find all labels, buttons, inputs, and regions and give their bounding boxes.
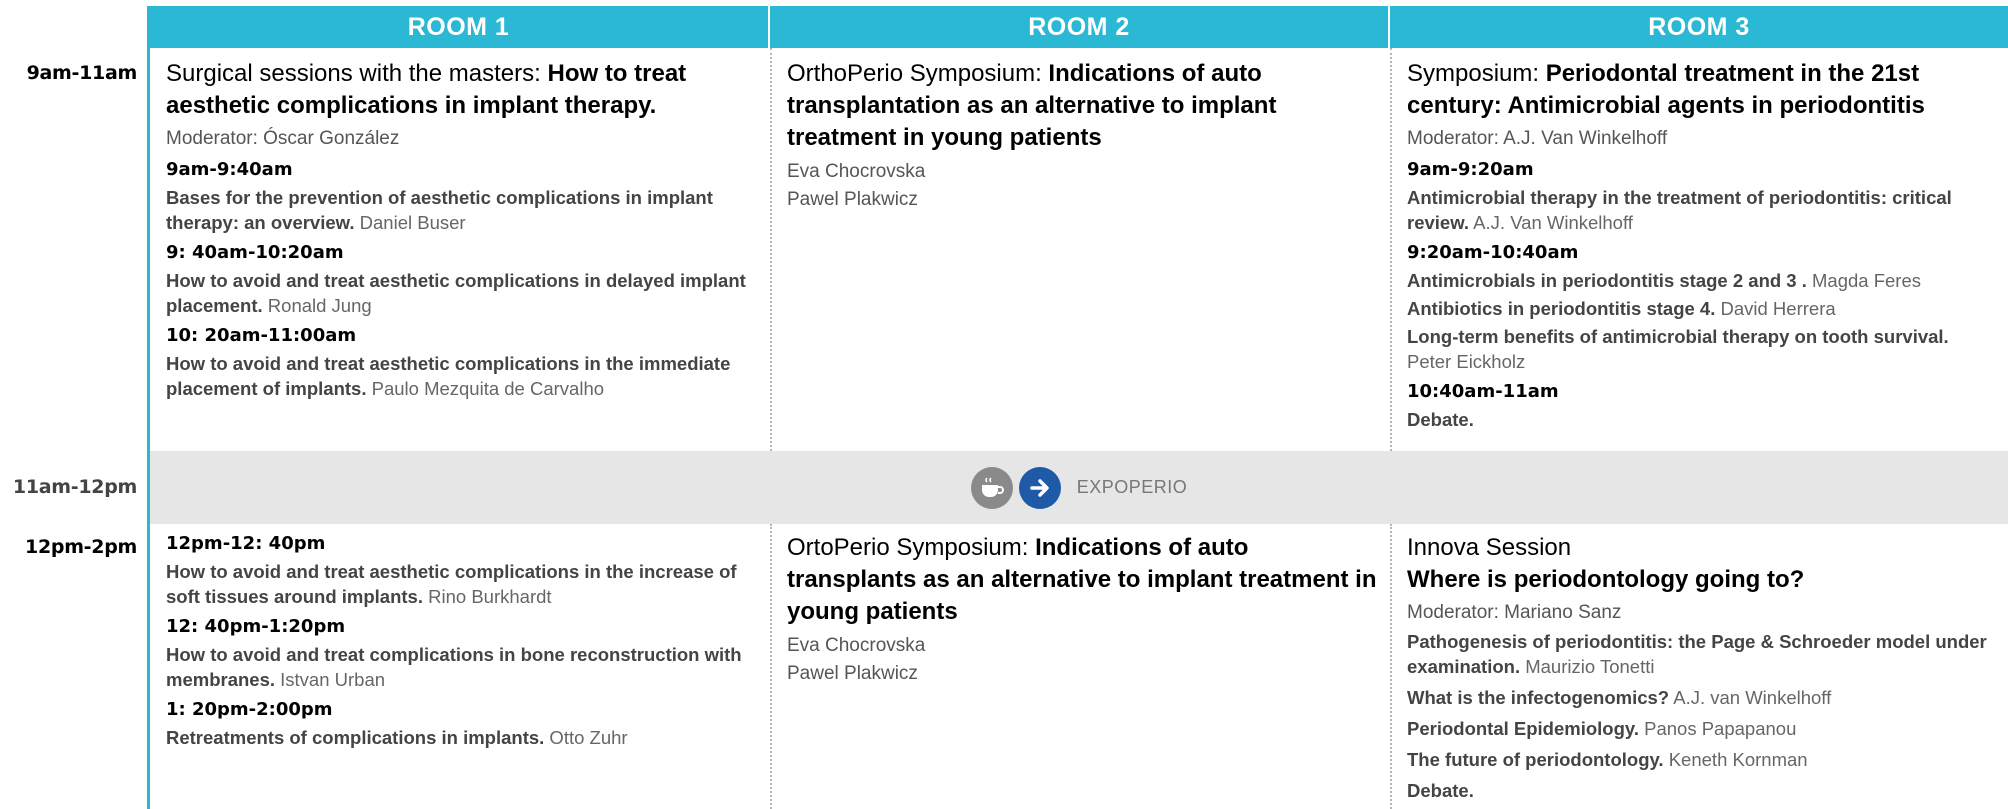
session-title: OrtoPerio Symposium: Indications of auto… — [787, 534, 1377, 625]
talk: Antimicrobials in periodontitis stage 2 … — [1407, 270, 1922, 291]
talk-time: 9am-9:20am — [1407, 159, 1534, 180]
coffee-break-band: EXPOPERIO — [150, 451, 2008, 524]
talk: How to avoid and treat aesthetic complic… — [166, 270, 746, 316]
talk-time: 10:40am-11am — [1407, 381, 1559, 402]
talk: Retreatments of complications in implant… — [166, 727, 628, 748]
session-room1-afternoon: 12pm-12: 40pm How to avoid and treat aes… — [150, 532, 770, 750]
session-room3-morning: Symposium: Periodontal treatment in the … — [1391, 58, 2008, 432]
arrow-right-icon — [1018, 466, 1061, 509]
speaker-name: Pawel Plakwicz — [787, 663, 918, 684]
time-break: 11am-12pm — [12, 476, 137, 498]
talk: Periodontal Epidemiology. Panos Papapano… — [1407, 718, 1797, 739]
break-label: EXPOPERIO — [1076, 477, 1188, 497]
talk: How to avoid and treat complications in … — [166, 644, 742, 690]
room-3-header: ROOM 3 — [1390, 6, 2008, 48]
talk: The future of periodontology. Keneth Kor… — [1407, 749, 1808, 770]
speaker-name: Eva Chocrovska — [787, 635, 926, 656]
debate: Debate. — [1407, 409, 1474, 430]
talk: How to avoid and treat aesthetic complic… — [166, 353, 731, 399]
talk: Bases for the prevention of aesthetic co… — [166, 187, 713, 233]
time-slot-2: 12pm-2pm — [25, 536, 137, 558]
room-header-row: ROOM 1 ROOM 2 ROOM 3 — [149, 6, 2008, 48]
debate: Debate. — [1407, 780, 1474, 801]
talk-time: 9: 40am-10:20am — [166, 242, 344, 263]
talk-time: 9:20am-10:40am — [1407, 242, 1579, 263]
room-1-header: ROOM 1 — [149, 6, 770, 48]
session-title: Symposium: Periodontal treatment in the … — [1407, 60, 1925, 119]
session-title: Innova Session — [1407, 534, 1572, 561]
session-room2-morning: OrthoPerio Symposium: Indications of aut… — [771, 58, 1390, 214]
room-2-header: ROOM 2 — [770, 6, 1390, 48]
session-title: Surgical sessions with the masters: How … — [166, 60, 687, 119]
session-room3-afternoon: Innova Session Where is periodontology g… — [1391, 532, 2008, 803]
talk-time: 12pm-12: 40pm — [166, 533, 326, 554]
talk: What is the infectogenomics? A.J. van Wi… — [1407, 687, 1832, 708]
moderator: Moderator: Mariano Sanz — [1407, 602, 1622, 623]
talk-time: 1: 20pm-2:00pm — [166, 699, 333, 720]
moderator: Moderator: Óscar González — [166, 128, 400, 149]
talk-time: 12: 40pm-1:20pm — [166, 616, 346, 637]
speaker-name: Pawel Plakwicz — [787, 189, 918, 210]
talk: Antibiotics in periodontitis stage 4. Da… — [1407, 298, 1836, 319]
talk-time: 10: 20am-11:00am — [166, 325, 357, 346]
talk: Long-term benefits of antimicrobial ther… — [1407, 326, 1949, 372]
moderator: Moderator: A.J. Van Winkelhoff — [1407, 128, 1668, 149]
speaker-name: Eva Chocrovska — [787, 161, 926, 182]
session-room1-morning: Surgical sessions with the masters: How … — [150, 58, 770, 401]
session-title: OrthoPerio Symposium: Indications of aut… — [787, 60, 1277, 151]
talk: Antimicrobial therapy in the treatment o… — [1407, 187, 1952, 233]
session-room2-afternoon: OrtoPerio Symposium: Indications of auto… — [771, 532, 1390, 688]
talk-time: 9am-9:40am — [166, 159, 293, 180]
talk: How to avoid and treat aesthetic complic… — [166, 561, 737, 607]
time-slot-1: 9am-11am — [26, 62, 138, 84]
talk: Pathogenesis of periodontitis: the Page … — [1407, 631, 1987, 677]
session-subtitle: Where is periodontology going to? — [1407, 566, 1805, 593]
coffee-cup-icon — [970, 466, 1013, 509]
